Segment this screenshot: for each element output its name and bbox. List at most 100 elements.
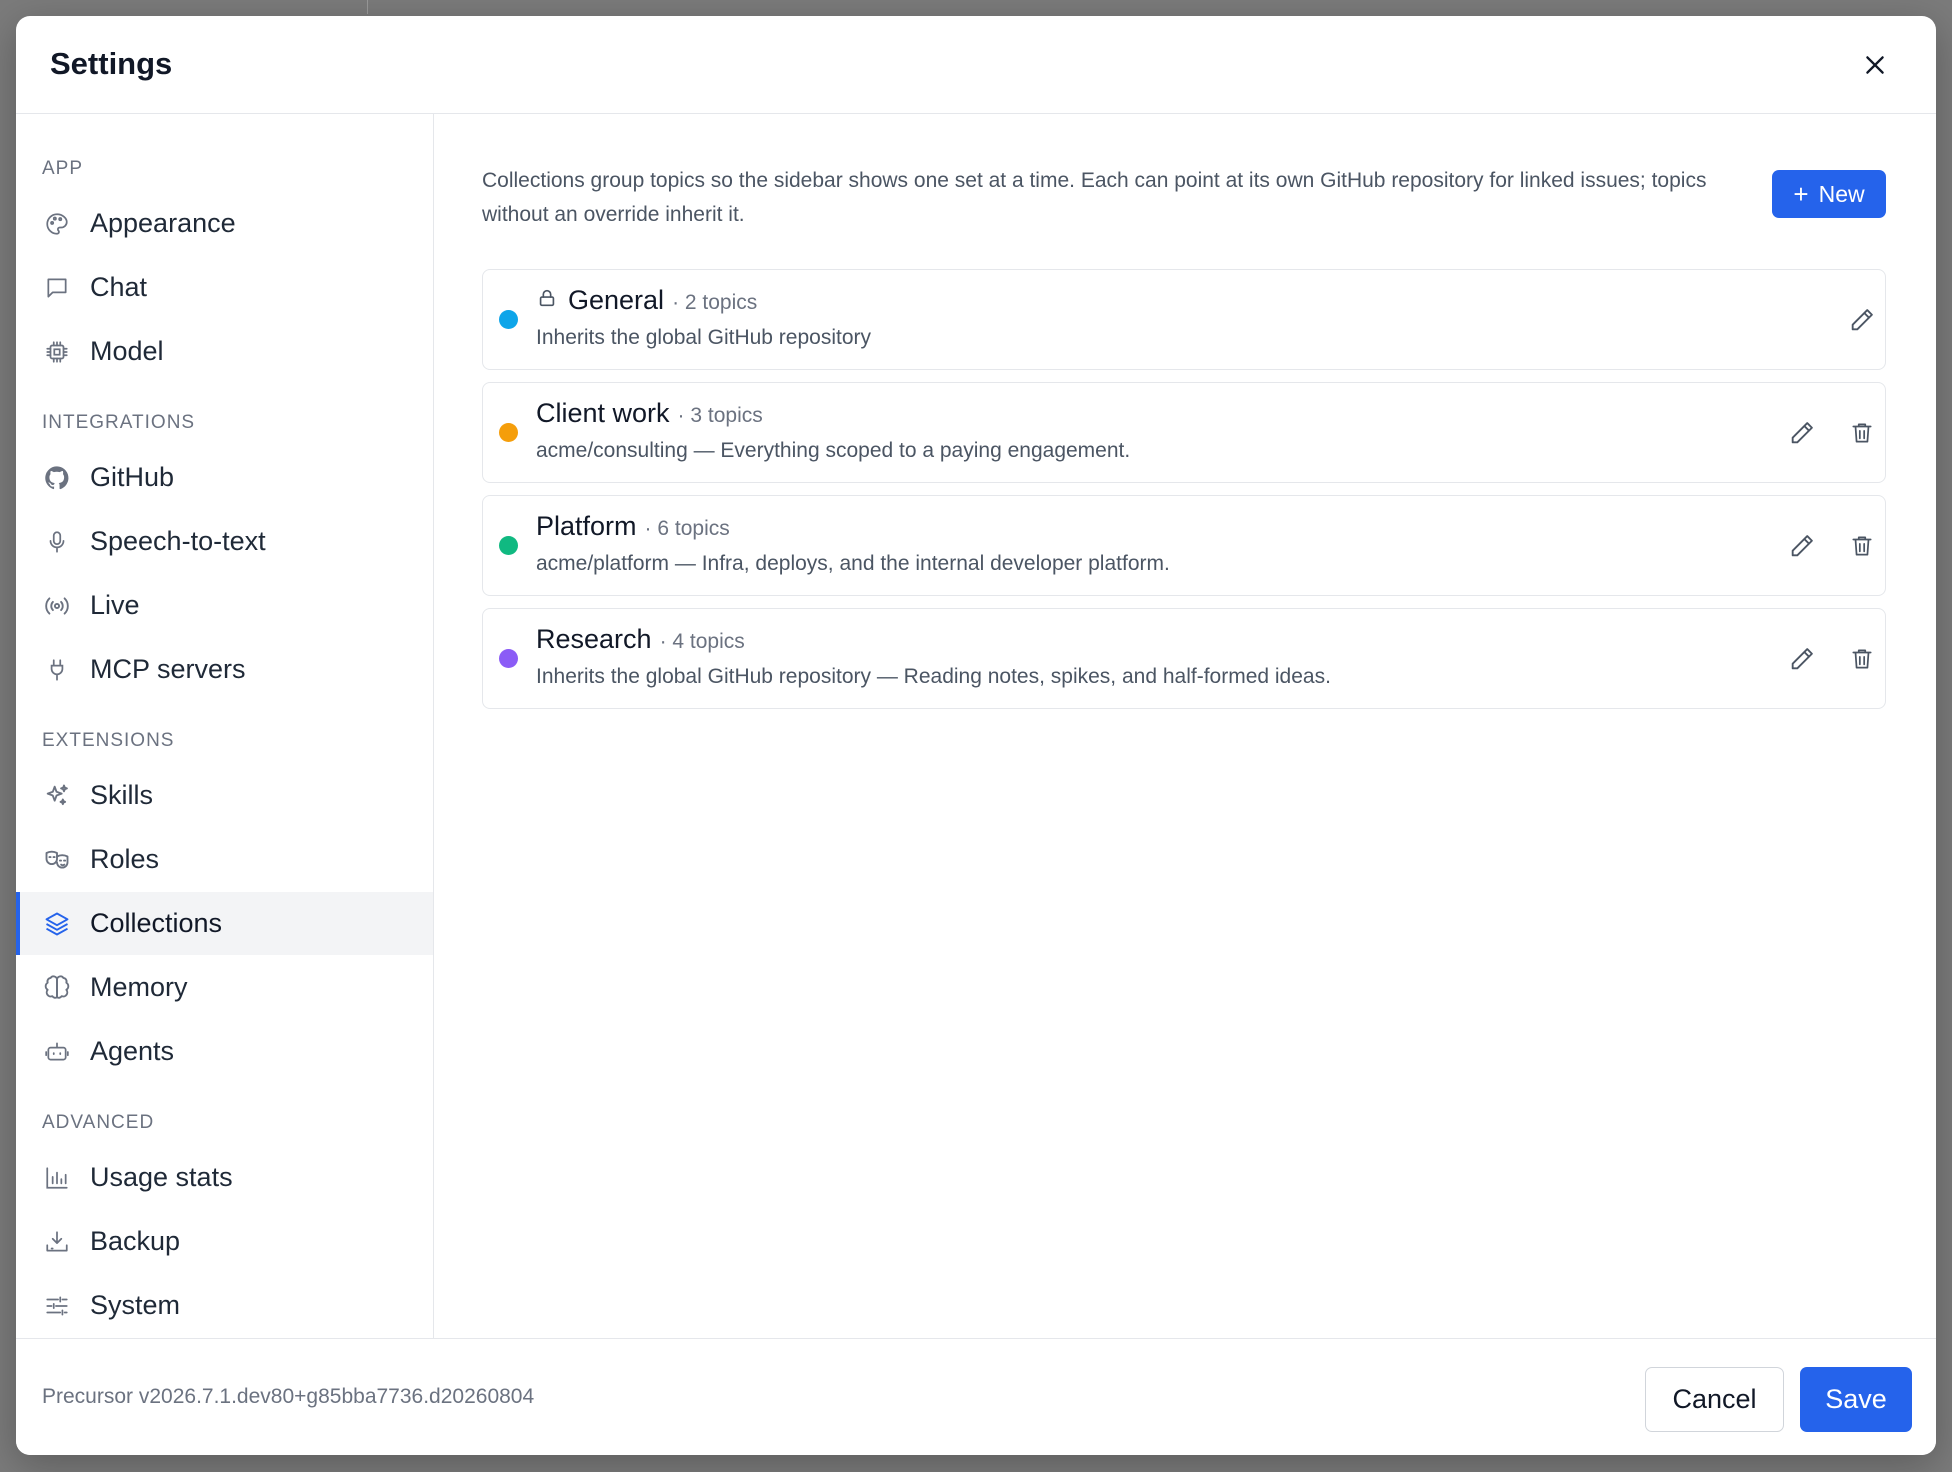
- palette-icon: [42, 209, 72, 239]
- settings-dialog: Settings APP Appearance Chat Model INTEG…: [16, 16, 1936, 1455]
- sparkles-icon: [42, 781, 72, 811]
- sidebar-item-label: Usage stats: [90, 1162, 233, 1192]
- close-icon: [1862, 52, 1888, 78]
- sidebar-item-label: Speech-to-text: [90, 526, 266, 556]
- collection-topic-count: · 2 topics: [672, 291, 758, 314]
- collection-name: General: [568, 285, 665, 315]
- sidebar-item-label: GitHub: [90, 462, 175, 492]
- robot-icon: [42, 1037, 72, 1067]
- close-button[interactable]: [1858, 48, 1892, 82]
- collection-subtitle: acme/consulting — Everything scoped to a…: [536, 439, 1131, 462]
- microphone-icon: [42, 527, 72, 557]
- collection-row-research[interactable]: Research · 4 topics Inherits the global …: [482, 608, 1886, 709]
- sidebar-item-usage-stats[interactable]: Usage stats: [16, 1146, 433, 1209]
- download-tray-icon: [42, 1227, 72, 1257]
- bar-chart-icon: [42, 1163, 72, 1193]
- sidebar-item-system[interactable]: System: [16, 1274, 433, 1337]
- sidebar-item-skills[interactable]: Skills: [16, 764, 433, 827]
- pencil-icon: [1788, 645, 1816, 673]
- sidebar-item-label: Skills: [90, 780, 154, 810]
- sidebar-item-label: Model: [90, 336, 164, 366]
- dialog-title: Settings: [50, 46, 173, 81]
- sidebar-item-label: Agents: [90, 1036, 175, 1066]
- theater-masks-icon: [42, 845, 72, 875]
- dialog-footer: Precursor v2026.7.1.dev80+g85bba7736.d20…: [16, 1338, 1936, 1455]
- sidebar-item-roles[interactable]: Roles: [16, 828, 433, 891]
- layers-icon: [42, 909, 72, 939]
- collection-topic-count: · 6 topics: [644, 517, 730, 540]
- section-label-integrations: INTEGRATIONS: [42, 412, 196, 433]
- delete-collection-button[interactable]: [1846, 417, 1878, 449]
- sidebar-item-backup[interactable]: Backup: [16, 1210, 433, 1273]
- sidebar-item-mcp-servers[interactable]: MCP servers: [16, 638, 433, 701]
- collection-row-client-work[interactable]: Client work · 3 topics acme/consulting —…: [482, 382, 1886, 483]
- section-label-advanced: ADVANCED: [42, 1112, 155, 1133]
- new-button-label: New: [1818, 180, 1865, 207]
- github-icon: [42, 463, 72, 493]
- collection-row-general[interactable]: General · 2 topics Inherits the global G…: [482, 269, 1886, 370]
- collection-color-dot: [499, 649, 518, 668]
- sidebar-item-label: Live: [90, 590, 140, 620]
- sidebar-item-label: Appearance: [90, 208, 236, 238]
- background-divider: [367, 0, 368, 14]
- cpu-chip-icon: [42, 337, 72, 367]
- plug-icon: [42, 655, 72, 685]
- sidebar-item-label: Roles: [90, 844, 160, 874]
- dialog-header: Settings: [16, 16, 1936, 114]
- settings-sidebar: APP Appearance Chat Model INTEGRATIONS G…: [16, 114, 434, 1338]
- sidebar-item-label: Chat: [90, 272, 148, 302]
- collections-panel: Collections group topics so the sidebar …: [434, 114, 1936, 1338]
- collection-color-dot: [499, 310, 518, 329]
- delete-collection-button[interactable]: [1846, 643, 1878, 675]
- collection-topic-count: · 4 topics: [659, 630, 745, 653]
- pencil-icon: [1788, 419, 1816, 447]
- sidebar-item-label: System: [90, 1290, 181, 1320]
- collection-subtitle: acme/platform — Infra, deploys, and the …: [536, 552, 1170, 575]
- version-text: Precursor v2026.7.1.dev80+g85bba7736.d20…: [42, 1385, 535, 1408]
- edit-collection-button[interactable]: [1786, 643, 1818, 675]
- collection-color-dot: [499, 423, 518, 442]
- brain-icon: [42, 973, 72, 1003]
- broadcast-icon: [42, 591, 72, 621]
- edit-collection-button[interactable]: [1786, 530, 1818, 562]
- trash-icon: [1849, 533, 1875, 559]
- cancel-button[interactable]: Cancel: [1645, 1367, 1784, 1432]
- sidebar-item-appearance[interactable]: Appearance: [16, 192, 433, 255]
- sidebar-item-label: Memory: [90, 972, 188, 1002]
- plus-icon: +: [1793, 179, 1809, 209]
- pencil-icon: [1788, 532, 1816, 560]
- section-label-extensions: EXTENSIONS: [42, 730, 175, 751]
- sliders-icon: [42, 1291, 72, 1321]
- collection-row-platform[interactable]: Platform · 6 topics acme/platform — Infr…: [482, 495, 1886, 596]
- sidebar-item-collections[interactable]: Collections: [16, 892, 433, 955]
- sidebar-item-model[interactable]: Model: [16, 320, 433, 383]
- chat-bubble-icon: [42, 273, 72, 303]
- save-button[interactable]: Save: [1800, 1367, 1912, 1432]
- sidebar-item-label: Collections: [90, 908, 223, 938]
- sidebar-item-github[interactable]: GitHub: [16, 446, 433, 509]
- sidebar-item-live[interactable]: Live: [16, 574, 433, 637]
- collection-name: Research: [536, 624, 652, 654]
- trash-icon: [1849, 420, 1875, 446]
- collection-name: Platform: [536, 511, 637, 541]
- collection-color-dot: [499, 536, 518, 555]
- sidebar-item-speech-to-text[interactable]: Speech-to-text: [16, 510, 433, 573]
- collection-title-row: Client work · 3 topics: [536, 398, 763, 429]
- collection-title-row: Research · 4 topics: [536, 624, 745, 655]
- collection-topic-count: · 3 topics: [677, 404, 763, 427]
- trash-icon: [1849, 646, 1875, 672]
- collection-title-row: Platform · 6 topics: [536, 511, 730, 542]
- collection-subtitle: Inherits the global GitHub repository — …: [536, 665, 1331, 688]
- collections-description: Collections group topics so the sidebar …: [482, 169, 1707, 226]
- section-label-app: APP: [42, 158, 84, 179]
- sidebar-item-chat[interactable]: Chat: [16, 256, 433, 319]
- edit-collection-button[interactable]: [1846, 304, 1878, 336]
- new-collection-button[interactable]: + New: [1772, 170, 1886, 218]
- lock-icon: [536, 287, 558, 309]
- pencil-icon: [1848, 306, 1876, 334]
- sidebar-item-memory[interactable]: Memory: [16, 956, 433, 1019]
- delete-collection-button[interactable]: [1846, 530, 1878, 562]
- sidebar-item-agents[interactable]: Agents: [16, 1020, 433, 1083]
- edit-collection-button[interactable]: [1786, 417, 1818, 449]
- collection-subtitle: Inherits the global GitHub repository: [536, 326, 872, 349]
